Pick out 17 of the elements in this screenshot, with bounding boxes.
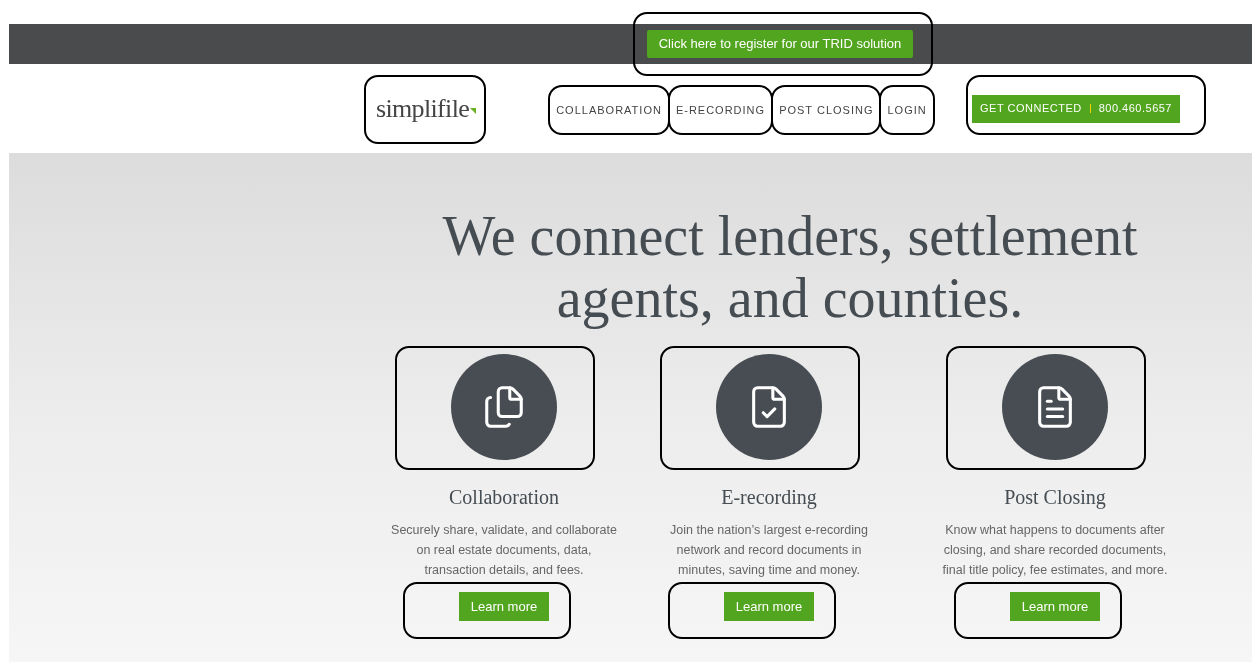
feature-description: Know what happens to documents after closing, and share recorded documents, final title policy, fee estimates, and more. (941, 522, 1169, 579)
nav-link[interactable]: E-RECORDING (675, 103, 766, 116)
feature-description: Join the nation’s largest e-recording network and record documents in minutes, saving time and money. (669, 522, 869, 579)
feature-title: E-recording (721, 485, 817, 511)
logo-mark-icon (470, 108, 477, 114)
button-label: GET CONNECTED (980, 101, 1082, 117)
feature-title: Collaboration (449, 485, 559, 510)
nav-link[interactable]: COLLABORATION (556, 103, 662, 116)
nav-link[interactable]: POST CLOSING (779, 103, 874, 116)
hero-heading: agents, and counties. (556, 267, 1024, 329)
feature-description: Securely share, validate, and collaborate on real estate documents, data, transaction details, and fees. (390, 522, 618, 579)
hero-heading: We connect lenders, settlement (442, 205, 1138, 267)
logo[interactable]: simplifile (376, 89, 470, 128)
nav-link[interactable]: LOGIN (887, 103, 927, 116)
feature-title: Post Closing (1004, 485, 1106, 511)
separator-icon (1089, 104, 1091, 113)
phone-number: 800.460.5657 (1098, 101, 1172, 117)
